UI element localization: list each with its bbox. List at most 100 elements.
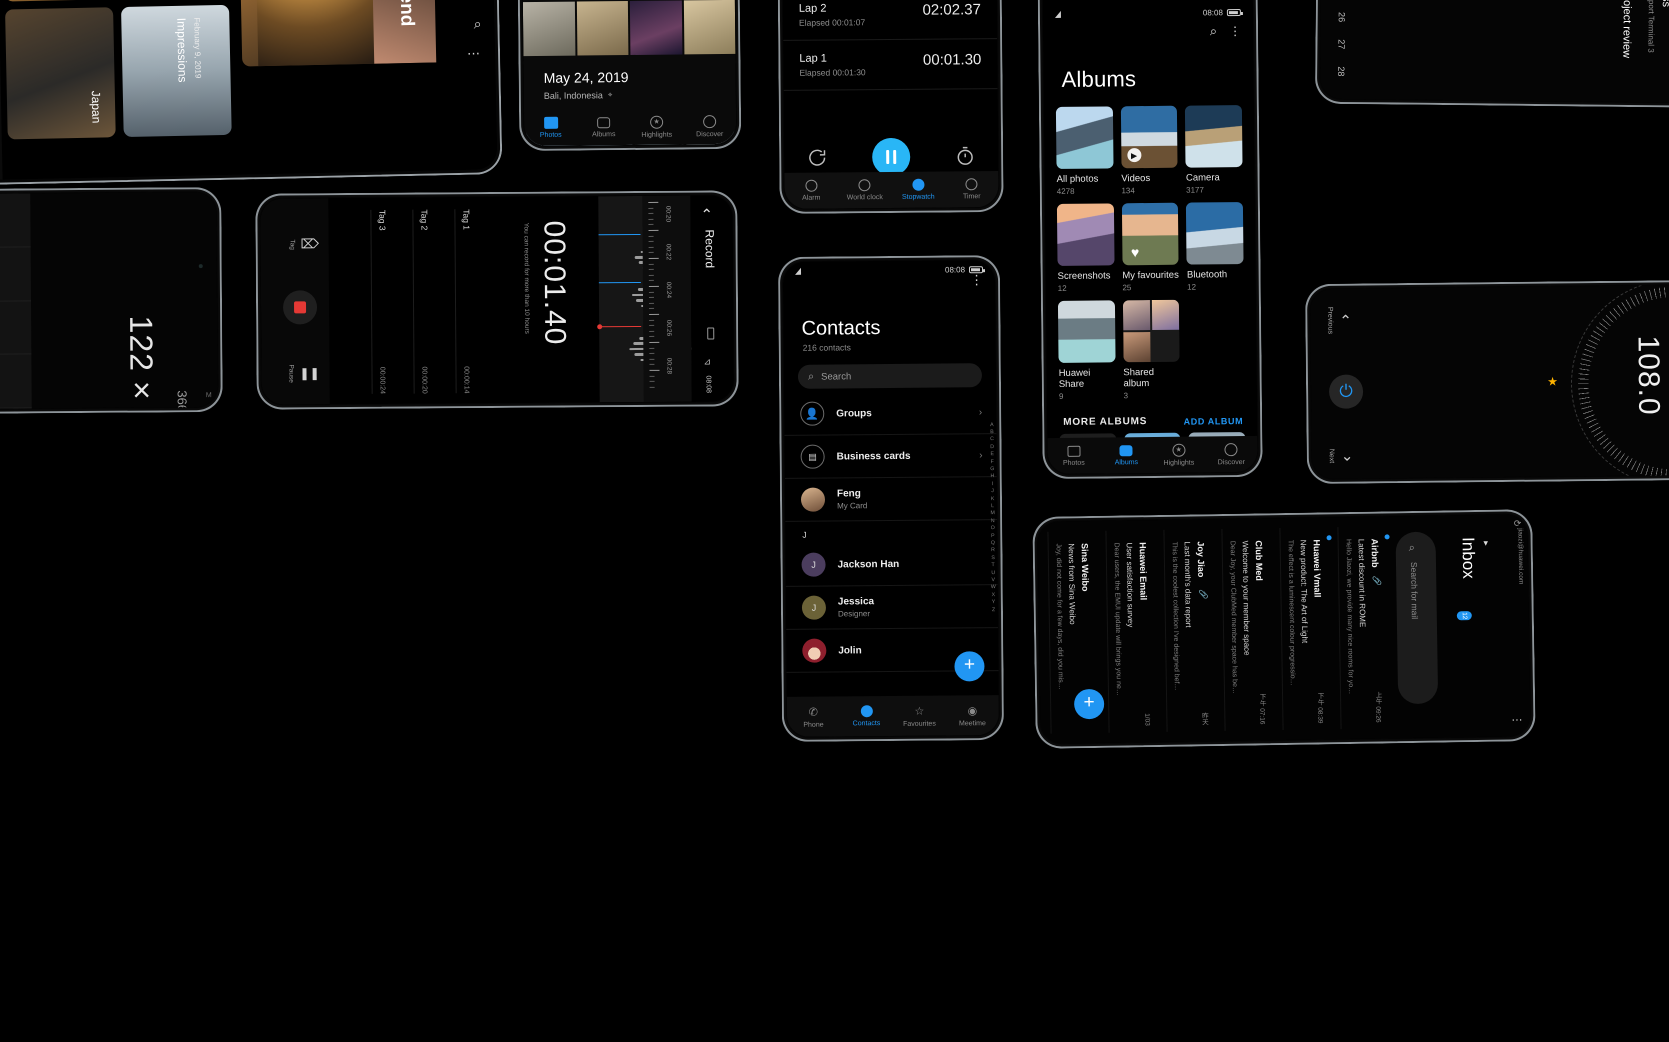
album-item[interactable]: All photos 4278: [1056, 106, 1114, 196]
sync-icon[interactable]: ⟳: [1514, 518, 1522, 529]
album-item[interactable]: Screenshots 12: [1057, 203, 1115, 293]
list-item-groups[interactable]: 👤 Groups ›: [784, 391, 996, 436]
more-icon[interactable]: ⋯: [1511, 713, 1524, 726]
calendar-date[interactable]: 27: [1336, 39, 1346, 49]
chevron-down-icon[interactable]: ▾: [1482, 539, 1492, 549]
add-contact-button[interactable]: +: [954, 651, 984, 681]
email-list-item[interactable]: Airbnb📎Latest discount in ROMEHello Jiao…: [1337, 526, 1398, 729]
more-icon[interactable]: ⋮: [970, 274, 983, 286]
memory-key-mc[interactable]: mc: [0, 193, 31, 247]
index-letter[interactable]: A: [990, 422, 994, 429]
highlight-card[interactable]: Impressions February 9, 2019: [121, 5, 232, 137]
photo-thumb[interactable]: [683, 0, 735, 54]
album-item[interactable]: Camera 3177: [1185, 105, 1243, 195]
waveform-panel[interactable]: 00:2000:2200:2400:2600:28: [598, 196, 691, 403]
highlight-hero-card[interactable]: Sweet Weekend May 23 to May 25, 2019: [238, 0, 452, 67]
power-button[interactable]: ⏻: [1329, 374, 1363, 408]
highlight-card[interactable]: [2, 0, 113, 1]
tab-favourites[interactable]: ☆ Favourites: [893, 704, 946, 727]
index-letter[interactable]: R: [991, 548, 995, 555]
photo-thumb[interactable]: [576, 1, 628, 56]
more-icon[interactable]: ⋮: [1229, 26, 1241, 37]
tab-alarm[interactable]: Alarm: [784, 179, 838, 201]
index-letter[interactable]: K: [991, 496, 995, 503]
recorder-tag[interactable]: Tag 300:00:24: [370, 210, 413, 394]
tab-highlights[interactable]: ★ Highlights: [1152, 443, 1205, 467]
list-item-contact[interactable]: J Jessica Designer: [786, 585, 998, 630]
index-letter[interactable]: L: [991, 503, 994, 510]
calendar-date[interactable]: 26: [1337, 12, 1347, 22]
previous-button[interactable]: Previous ⌃: [1326, 307, 1352, 335]
reset-icon[interactable]: [806, 147, 828, 169]
index-letter[interactable]: X: [992, 592, 996, 599]
index-letter[interactable]: O: [991, 525, 995, 532]
tab-contacts[interactable]: Contacts: [840, 705, 893, 727]
index-letter[interactable]: D: [990, 444, 994, 451]
tab-phone[interactable]: ✆ Phone: [787, 705, 840, 728]
list-item-business-cards[interactable]: ▤ Business cards ›: [784, 434, 996, 479]
photo-thumb[interactable]: [523, 2, 575, 57]
index-letter[interactable]: I: [992, 481, 994, 488]
tab-photos[interactable]: Photos: [1047, 445, 1100, 467]
recorder-tag[interactable]: Tag 100:00:14: [454, 209, 497, 393]
email-list-item[interactable]: Joy Jiao📎Last month's data reportThis is…: [1163, 529, 1224, 732]
stop-record-button[interactable]: [283, 290, 317, 324]
index-letter[interactable]: N: [991, 518, 995, 525]
memory-key-m-[interactable]: m-: [0, 301, 31, 355]
next-button[interactable]: Next ⌄: [1328, 447, 1354, 465]
search-input[interactable]: ⌕ Search: [798, 363, 982, 389]
index-letter[interactable]: M: [990, 510, 994, 517]
list-item-contact[interactable]: J Jackson Han: [785, 542, 997, 587]
tab-albums[interactable]: Albums: [577, 116, 630, 138]
memory-key-mr[interactable]: mr: [0, 355, 32, 409]
tab-timer[interactable]: Timer: [945, 178, 999, 200]
tab-meetime[interactable]: ◉ Meetime: [946, 704, 999, 727]
index-letter[interactable]: Y: [992, 599, 996, 606]
album-item[interactable]: ♥ My favourites 25: [1122, 203, 1180, 293]
tag-button[interactable]: Tag ⌦: [289, 236, 320, 252]
pause-button[interactable]: Pause ❚❚: [287, 364, 319, 383]
index-letter[interactable]: Z: [992, 607, 995, 614]
photo-thumb[interactable]: [630, 0, 682, 55]
highlight-card[interactable]: Japan: [5, 7, 116, 139]
back-arrow-icon[interactable]: ⌃: [700, 205, 713, 223]
tab-discover[interactable]: Discover: [1205, 442, 1258, 466]
index-letter[interactable]: B: [990, 429, 994, 436]
tab-discover[interactable]: Discover: [683, 114, 736, 138]
calendar-event[interactable]: 8:30 AM 8:50 AM Go to Beijing on busines…: [1646, 0, 1669, 87]
index-letter[interactable]: U: [991, 570, 995, 577]
album-item[interactable]: Shared album 3: [1123, 300, 1181, 401]
tab-highlights[interactable]: ★ Highlights: [630, 115, 683, 139]
calendar-date[interactable]: 28: [1336, 66, 1346, 76]
tab-stopwatch[interactable]: Stopwatch: [891, 179, 945, 201]
index-letter[interactable]: H: [990, 473, 994, 480]
email-list-item[interactable]: Huawei EmailUser satisfaction surveyDear…: [1105, 530, 1166, 733]
index-letter[interactable]: V: [992, 577, 996, 584]
index-letter[interactable]: W: [991, 585, 996, 592]
star-icon[interactable]: ★: [1547, 374, 1558, 388]
pause-button[interactable]: [872, 138, 910, 176]
tab-photos[interactable]: Photos: [524, 117, 577, 140]
index-letter[interactable]: F: [991, 459, 994, 466]
index-letter[interactable]: G: [990, 466, 994, 473]
index-letter[interactable]: J: [991, 488, 994, 495]
search-icon[interactable]: ⌕: [473, 16, 481, 33]
memory-key-m+[interactable]: m+: [0, 247, 31, 301]
album-item[interactable]: Bluetooth 12: [1186, 202, 1244, 292]
index-letter[interactable]: S: [991, 555, 995, 562]
index-letter[interactable]: E: [990, 451, 994, 458]
tab-world-clock[interactable]: World clock: [838, 179, 892, 201]
lap-icon[interactable]: [954, 145, 976, 167]
index-letter[interactable]: Q: [991, 540, 995, 547]
more-icon[interactable]: ⋯: [467, 46, 482, 62]
search-input[interactable]: ⌕ Search for mail: [1395, 532, 1438, 705]
calendar-event[interactable]: 10:30 AM 11:30 AM UXD project review Q7-…: [1607, 0, 1634, 86]
recorder-tag[interactable]: Tag 200:00:20: [412, 209, 455, 393]
add-album-button[interactable]: ADD ALBUM: [1184, 416, 1244, 427]
album-item[interactable]: Huawei Share 9: [1058, 300, 1116, 401]
search-icon[interactable]: ⌕: [1210, 23, 1217, 39]
index-letter[interactable]: P: [991, 533, 995, 540]
tab-albums[interactable]: Albums: [1100, 444, 1153, 466]
index-letter[interactable]: T: [992, 562, 995, 569]
index-letter[interactable]: C: [990, 436, 994, 443]
